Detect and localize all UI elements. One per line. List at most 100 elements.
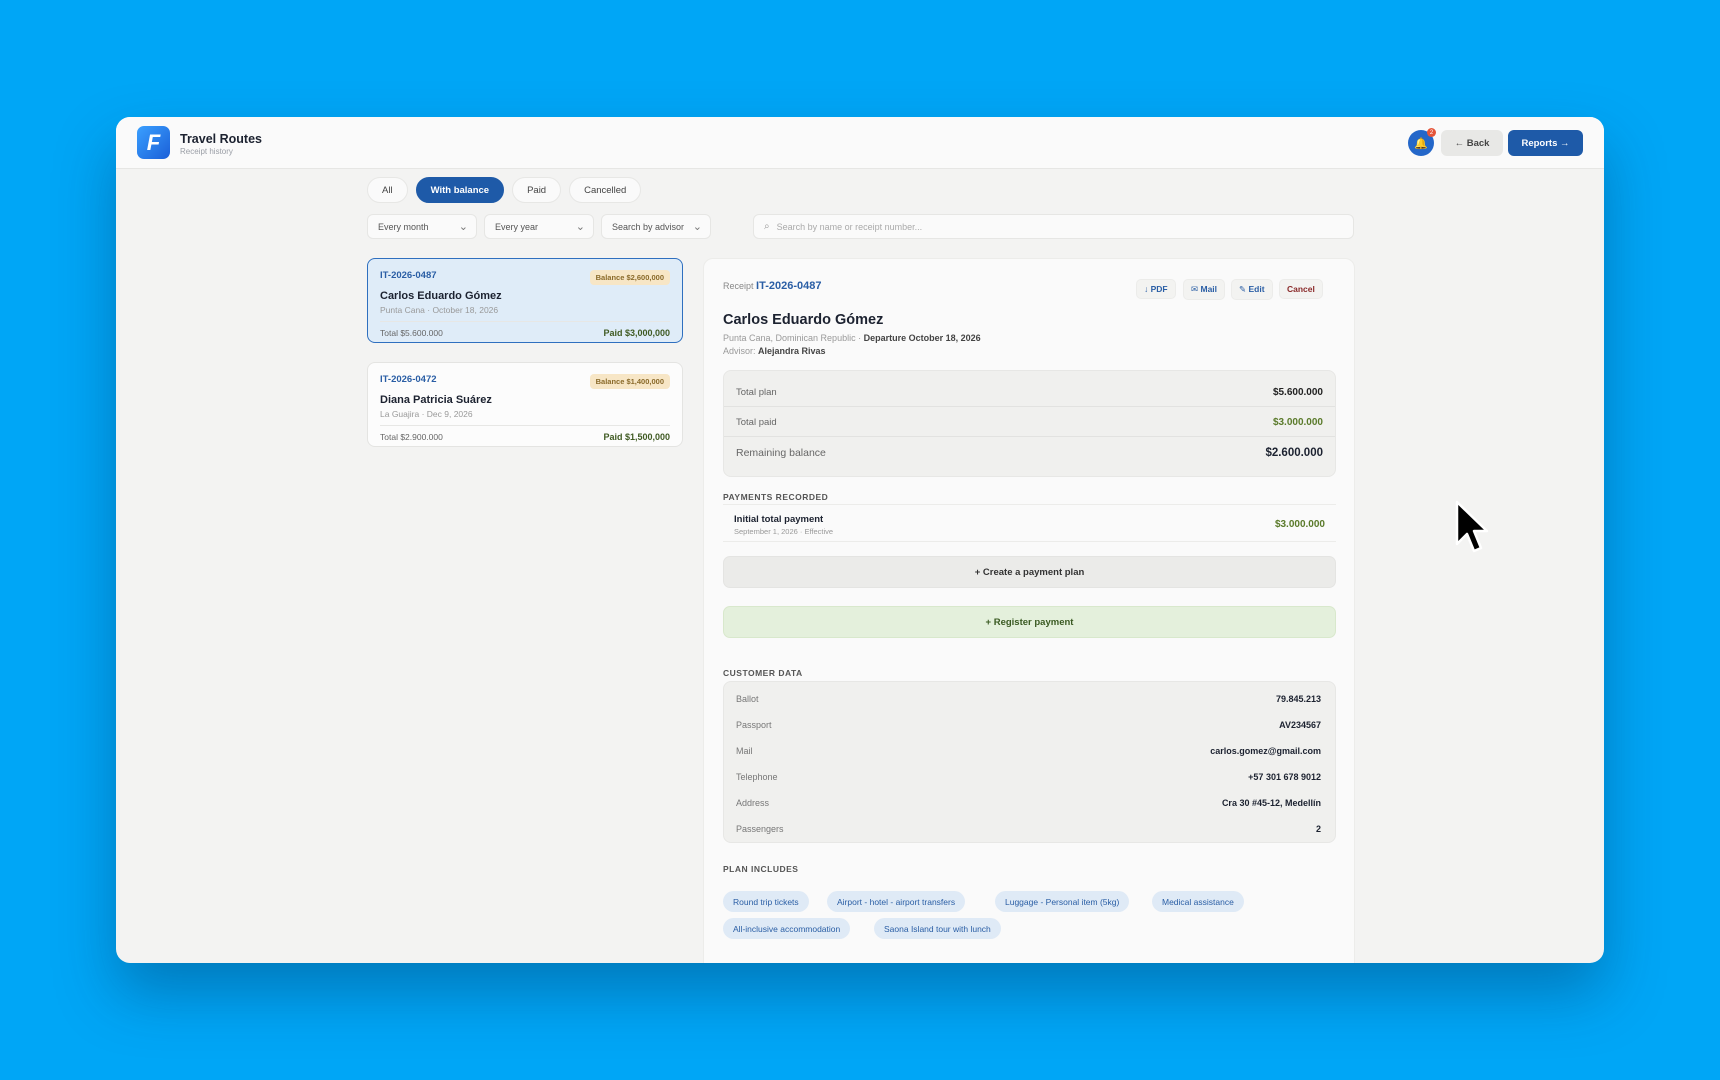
row-divider	[724, 436, 1335, 437]
customer-row: Ballot 79.845.213	[736, 686, 1321, 712]
trip-info: Punta Cana, Dominican Republic · Departu…	[723, 333, 981, 343]
receipt-heading: Receipt IT-2026-0487	[723, 280, 821, 292]
tab-cancelled[interactable]: Cancelled	[569, 177, 642, 203]
customer-field-value: +57 301 678 9012	[1248, 772, 1321, 782]
total-paid-value: $3.000.000	[1272, 416, 1323, 428]
tab-with-balance[interactable]: With balance	[415, 177, 505, 203]
include-chip: Round trip tickets	[723, 891, 809, 912]
customer-field-value: carlos.gomez@gmail.com	[1210, 746, 1321, 756]
reports-button[interactable]: Reports →	[1508, 130, 1583, 156]
bell-icon: 🔔	[1414, 137, 1428, 150]
receipt-card[interactable]: IT-2026-0487 Balance $2,600,000 Carlos E…	[367, 258, 683, 343]
advisor-info: Advisor: Alejandra Rivas	[723, 346, 826, 356]
receipt-total: Total $2.900.000	[380, 432, 443, 442]
payment-date: September 1, 2026 · Effective	[734, 527, 834, 536]
departure-date: Departure October 18, 2026	[863, 333, 981, 343]
receipt-card[interactable]: IT-2026-0472 Balance $1,400,000 Diana Pa…	[367, 362, 683, 447]
customer-name: Diana Patricia Suárez	[380, 394, 492, 406]
include-chip: Airport - hotel - airport transfers	[827, 891, 966, 912]
pdf-button[interactable]: ↓ PDF	[1136, 279, 1176, 299]
total-plan-value: $5.600.000	[1272, 386, 1323, 398]
avatar[interactable]: 🔔 2	[1408, 128, 1436, 156]
chevron-down-icon: ⌄	[458, 221, 468, 233]
customer-row: Address Cra 30 #45-12, Medellín	[736, 790, 1321, 816]
cancel-receipt-button[interactable]: Cancel	[1279, 279, 1323, 299]
edit-button[interactable]: ✎ Edit	[1231, 279, 1273, 300]
receipt-id: IT-2026-0487	[380, 270, 437, 281]
advisor-name: Alejandra Rivas	[758, 346, 826, 356]
customer-section-title: CUSTOMER DATA	[723, 668, 803, 678]
register-payment-button[interactable]: + Register payment	[723, 606, 1336, 638]
receipt-id: IT-2026-0472	[380, 374, 437, 385]
balance-badge: Balance $2,600,000	[589, 270, 670, 285]
chevron-down-icon: ⌄	[692, 221, 702, 233]
customer-field-value: Cra 30 #45-12, Medellín	[1221, 798, 1321, 808]
app-logo[interactable]: F	[137, 126, 170, 159]
filter-tabs: All With balance Paid Cancelled	[367, 177, 642, 203]
receipt-number: IT-2026-0487	[756, 280, 822, 292]
include-chip: All-inclusive accommodation	[723, 918, 851, 939]
includes-section-title: PLAN INCLUDES	[723, 864, 799, 874]
advisor-label: Advisor:	[723, 346, 759, 356]
include-chip: Medical assistance	[1152, 891, 1244, 912]
balance-badge: Balance $1,400,000	[589, 374, 670, 389]
payment-name: Initial total payment	[734, 514, 824, 525]
remaining-label: Remaining balance	[736, 447, 826, 459]
customer-row: Telephone +57 301 678 9012	[736, 764, 1321, 790]
notification-badge: 2	[1427, 128, 1436, 137]
app-window: F Travel Routes Receipt history 🔔 2 ← Ba…	[116, 117, 1604, 963]
receipt-paid: Paid $3,000,000	[603, 328, 670, 338]
advisor-select-value: Search by advisor	[612, 221, 685, 232]
payment-amount: $3.000.000	[1274, 519, 1325, 530]
customer-field-label: Address	[736, 798, 770, 808]
destination: Punta Cana, Dominican Republic ·	[723, 333, 864, 343]
create-payment-plan-button[interactable]: + Create a payment plan	[723, 556, 1336, 588]
search-icon: ⌕	[764, 221, 770, 232]
customer-field-label: Mail	[736, 746, 753, 756]
mouse-cursor-icon	[1455, 500, 1489, 553]
total-paid-label: Total paid	[736, 416, 777, 428]
year-select-value: Every year	[495, 221, 539, 232]
customer-field-label: Telephone	[736, 772, 778, 782]
customer-field-value: 79.845.213	[1275, 694, 1321, 704]
top-bar: F Travel Routes Receipt history 🔔 2 ← Ba…	[116, 117, 1604, 169]
trip-location: Punta Cana · October 18, 2026	[380, 305, 499, 315]
receipt-label: Receipt	[723, 281, 754, 291]
customer-data-table: Ballot 79.845.213 Passport AV234567 Mail…	[723, 681, 1336, 843]
balance-summary: Total plan $5.600.000 Total paid $3.000.…	[723, 370, 1336, 477]
divider	[380, 321, 670, 322]
remaining-value: $2.600.000	[1265, 447, 1323, 459]
advisor-select[interactable]: Search by advisor ⌄	[601, 214, 711, 239]
total-paid-row: Total paid $3.000.000	[724, 407, 1335, 437]
back-button[interactable]: ← Back	[1441, 130, 1503, 156]
search-placeholder: Search by name or receipt number...	[776, 221, 923, 232]
detail-customer-name: Carlos Eduardo Gómez	[723, 312, 884, 328]
payments-section-title: PAYMENTS RECORDED	[723, 492, 829, 502]
include-chip: Saona Island tour with lunch	[874, 918, 1001, 939]
app-title: Travel Routes	[180, 132, 262, 146]
customer-field-label: Passport	[736, 720, 772, 730]
customer-field-label: Ballot	[736, 694, 759, 704]
payment-row[interactable]: Initial total payment September 1, 2026 …	[723, 504, 1336, 542]
customer-field-value: 2	[1315, 824, 1321, 834]
receipt-paid: Paid $1,500,000	[603, 432, 670, 442]
receipt-detail-panel: Receipt IT-2026-0487 ↓ PDF ✉ Mail ✎ Edit…	[703, 258, 1355, 963]
chevron-down-icon: ⌄	[575, 221, 585, 233]
total-plan-row: Total plan $5.600.000	[724, 377, 1335, 407]
year-select[interactable]: Every year ⌄	[484, 214, 594, 239]
month-select[interactable]: Every month ⌄	[367, 214, 477, 239]
customer-row: Passengers 2	[736, 816, 1321, 842]
tab-all[interactable]: All	[367, 177, 408, 203]
mail-button[interactable]: ✉ Mail	[1183, 279, 1226, 300]
customer-field-value: AV234567	[1279, 720, 1321, 730]
tab-paid[interactable]: Paid	[512, 177, 562, 203]
customer-row: Passport AV234567	[736, 712, 1321, 738]
trip-location: La Guajira · Dec 9, 2026	[380, 409, 473, 419]
app-subtitle: Receipt history	[180, 147, 233, 156]
total-plan-label: Total plan	[736, 386, 777, 398]
include-chip: Luggage - Personal item (5kg)	[995, 891, 1130, 912]
customer-name: Carlos Eduardo Gómez	[380, 290, 502, 302]
receipt-total: Total $5.600.000	[380, 328, 443, 338]
divider	[380, 425, 670, 426]
search-input[interactable]: ⌕ Search by name or receipt number...	[753, 214, 1354, 239]
